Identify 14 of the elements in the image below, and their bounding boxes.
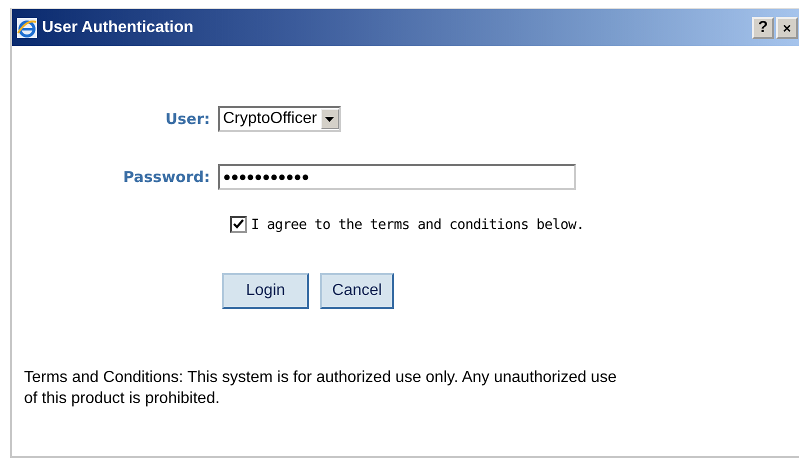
agree-checkbox[interactable] [230, 216, 247, 233]
window-title: User Authentication [42, 18, 194, 36]
user-label: User: [164, 110, 210, 128]
globe-e-icon [16, 16, 38, 38]
terms-text: Terms and Conditions: This system is for authorized use only. Any unauthorized use of this product is prohibited. [24, 368, 618, 409]
help-button[interactable]: ? [752, 16, 774, 38]
password-field[interactable]: ●●●●●●●●●●● [218, 164, 576, 190]
user-dropdown[interactable]: CryptoOfficer [218, 106, 341, 132]
caret-icon [325, 116, 334, 122]
close-button[interactable]: × [776, 16, 798, 38]
login-button[interactable]: Login [222, 273, 310, 309]
cancel-button[interactable]: Cancel [320, 273, 394, 309]
agree-label: I agree to the terms and conditions below. [251, 216, 584, 232]
password-label: Password: [122, 168, 210, 186]
